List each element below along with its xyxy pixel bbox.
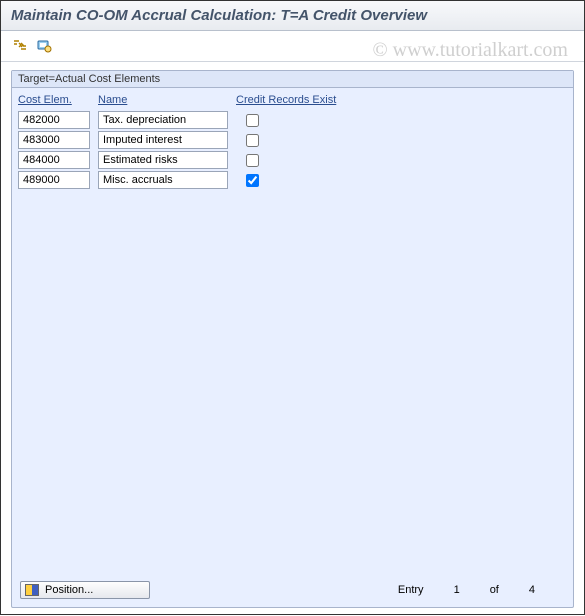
toolbar-action-1[interactable] (11, 37, 29, 55)
page-title: Maintain CO-OM Accrual Calculation: T=A … (11, 7, 574, 24)
col-header-name[interactable]: Name (98, 94, 228, 106)
cost-elements-table: Cost Elem. Name Credit Records Exist (12, 88, 573, 194)
cost-element-input[interactable] (18, 151, 90, 169)
group-title: Target=Actual Cost Elements (12, 71, 573, 88)
entry-of-label: of (490, 584, 499, 596)
entry-current: 1 (454, 584, 460, 596)
table-header-row: Cost Elem. Name Credit Records Exist (18, 92, 567, 110)
cost-name-input[interactable] (98, 171, 228, 189)
cost-name-input[interactable] (98, 151, 228, 169)
toolbar-action-2[interactable] (35, 37, 53, 55)
display-icon (36, 38, 52, 54)
position-icon (25, 584, 39, 596)
cost-name-input[interactable] (98, 131, 228, 149)
cost-name-input[interactable] (98, 111, 228, 129)
position-button[interactable]: Position... (20, 581, 150, 599)
window-header: Maintain CO-OM Accrual Calculation: T=A … (1, 1, 584, 31)
cost-element-input[interactable] (18, 171, 90, 189)
content-area: Target=Actual Cost Elements Cost Elem. N… (1, 62, 584, 616)
position-button-label: Position... (45, 584, 93, 596)
col-header-credit[interactable]: Credit Records Exist (236, 94, 376, 106)
credit-exists-checkbox[interactable] (246, 134, 259, 147)
cost-element-input[interactable] (18, 131, 90, 149)
table-row (18, 110, 567, 130)
group-footer: Position... Entry 1 of 4 (20, 581, 565, 599)
credit-exists-checkbox[interactable] (246, 174, 259, 187)
toolbar (1, 31, 584, 62)
credit-exists-checkbox[interactable] (246, 114, 259, 127)
table-row (18, 130, 567, 150)
entry-label: Entry (398, 584, 424, 596)
credit-exists-checkbox[interactable] (246, 154, 259, 167)
col-header-cost[interactable]: Cost Elem. (18, 94, 90, 106)
cost-element-input[interactable] (18, 111, 90, 129)
table-row (18, 150, 567, 170)
entry-total: 4 (529, 584, 535, 596)
group-box-cost-elements: Target=Actual Cost Elements Cost Elem. N… (11, 70, 574, 608)
table-row (18, 170, 567, 190)
entry-counter: Entry 1 of 4 (398, 584, 565, 596)
expand-collapse-icon (12, 38, 28, 54)
